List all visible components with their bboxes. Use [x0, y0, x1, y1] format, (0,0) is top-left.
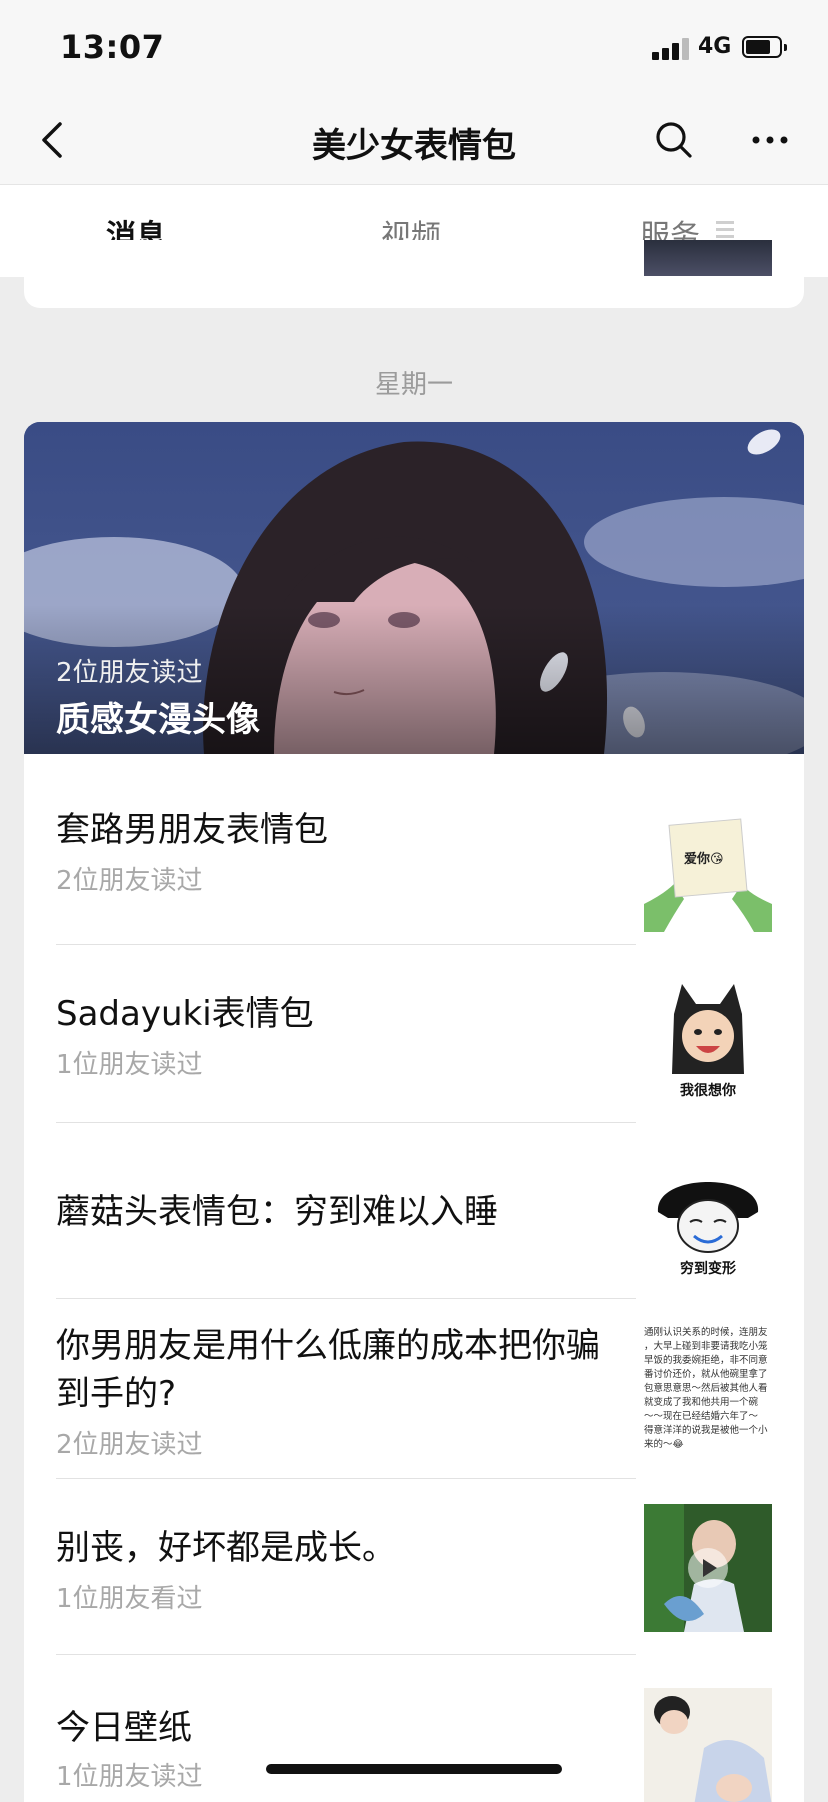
home-indicator	[266, 1764, 562, 1774]
article-title: 蘑菇头表情包：穷到难以入睡	[56, 1192, 498, 1232]
hero-article[interactable]: 2位朋友读过 质感女漫头像	[24, 422, 804, 754]
article-title: 套路男朋友表情包	[56, 810, 328, 850]
article-thumbnail: 通刚认识关系的时候，连朋友 ，大早上碰到非要请我吃小笼 早饭的我委婉拒绝，非不同…	[644, 1326, 772, 1454]
play-icon	[688, 1548, 728, 1588]
divider	[56, 1654, 636, 1655]
article-title: 今日壁纸	[56, 1708, 192, 1748]
article-readers: 2位朋友读过	[56, 1430, 203, 1460]
thumb-text-line: 就变成了我和他共用一个碗	[644, 1397, 759, 1408]
signal-icon	[652, 36, 694, 60]
divider	[56, 944, 636, 945]
article-thumbnail	[644, 1688, 772, 1802]
article-item[interactable]: Sadayuki表情包 1位朋友读过 我很想你	[24, 946, 804, 1122]
article-item[interactable]: 套路男朋友表情包 2位朋友读过 爱你😘	[24, 754, 804, 938]
nav-bar: 美少女表情包	[0, 96, 828, 184]
article-thumbnail: 穷到变形	[644, 1152, 772, 1280]
divider	[56, 1298, 636, 1299]
article-item[interactable]: 蘑菇头表情包：穷到难以入睡 穷到变形	[24, 1124, 804, 1300]
article-readers: 1位朋友读过	[56, 1762, 203, 1792]
thumb-caption: 我很想你	[680, 1083, 736, 1099]
article-readers: 1位朋友看过	[56, 1584, 203, 1614]
article-thumbnail	[644, 240, 772, 276]
more-dots-icon	[752, 136, 788, 144]
wallpaper-image	[644, 1688, 772, 1802]
article-readers: 2位朋友读过	[56, 866, 203, 896]
status-bar: 13:07 4G	[0, 0, 828, 96]
status-time: 13:07	[60, 28, 165, 66]
thumb-text-line: 得意洋洋的说我是被他一个小	[644, 1425, 768, 1436]
thumb-text-line: 通刚认识关系的时候，连朋友	[644, 1327, 768, 1338]
page-title: 美少女表情包	[312, 126, 516, 166]
article-item[interactable]: 今日壁纸 1位朋友读过	[24, 1656, 804, 1802]
divider	[56, 1122, 636, 1123]
article-item[interactable]: 你男朋友是用什么低廉的成本把你骗到手的? 2位朋友读过 通刚认识关系的时候，连朋…	[24, 1300, 804, 1478]
hero-title: 质感女漫头像	[56, 700, 260, 740]
article-item[interactable]: 别丧，好坏都是成长。 1位朋友看过	[24, 1480, 804, 1656]
article-thumbnail	[644, 1504, 772, 1632]
more-button[interactable]	[746, 116, 794, 164]
thumb-text-line: 早饭的我委婉拒绝，非不同意	[644, 1355, 768, 1366]
thumb-caption: 爱你😘	[684, 852, 724, 867]
search-icon	[656, 122, 692, 158]
previous-article-card[interactable]	[24, 240, 804, 308]
menu-icon	[716, 221, 734, 239]
article-title: 你男朋友是用什么低廉的成本把你骗到手的?	[56, 1326, 600, 1414]
article-readers: 1位朋友读过	[56, 1050, 203, 1080]
thumb-text-line: 包意思意思～然后被其他人看	[644, 1383, 768, 1394]
date-separator: 星期一	[374, 370, 453, 400]
thumb-text-line: ，大早上碰到非要请我吃小笼	[644, 1341, 768, 1352]
article-thumbnail: 爱你😘	[644, 804, 772, 932]
search-button[interactable]	[650, 116, 698, 164]
article-group-card: 2位朋友读过 质感女漫头像 套路男朋友表情包 2位朋友读过 爱你😘 Sadayu…	[24, 422, 804, 1802]
network-type: 4G	[698, 34, 732, 59]
article-title: Sadayuki表情包	[56, 994, 314, 1034]
frog-sign-image	[644, 804, 772, 932]
article-thumbnail: 我很想你	[644, 974, 772, 1102]
article-title: 别丧，好坏都是成长。	[56, 1528, 396, 1568]
battery-icon	[742, 36, 787, 58]
thumb-text-line: 番讨价还价，就从他碗里拿了	[644, 1369, 768, 1380]
hero-readers-count: 2位朋友读过	[56, 658, 203, 688]
thumb-caption: 穷到变形	[680, 1261, 736, 1277]
divider	[56, 1478, 636, 1479]
thumb-text-line: 来的～😂	[644, 1439, 684, 1450]
thumb-text-line: ～～现在已经结婚六年了～	[644, 1411, 759, 1422]
